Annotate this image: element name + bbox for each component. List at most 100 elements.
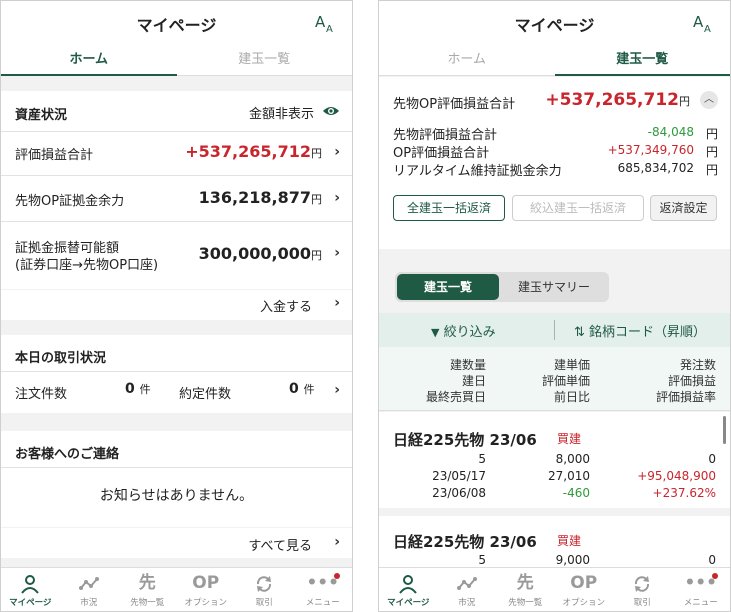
nav-label: オプション [184,598,227,608]
row-margin-capacity[interactable]: 先物OP証拠金余力 136,218,877円 › [1,175,352,221]
svg-text:A: A [326,24,333,35]
chevron-right-icon: › [334,534,340,550]
nav-label: メニュー [683,598,718,608]
notice-section: お客様へのご連絡 お知らせはありません。 [1,431,352,527]
position-price: 9,000 [555,553,590,567]
yen-unit: 円 [311,147,322,160]
yen-unit: 円 [311,193,322,206]
today-counts-row[interactable]: 注文件数 0 件 約定件数 0 件 › [1,371,352,413]
exec-count: 0 [289,381,299,397]
row-label: 評価損益合計 [15,148,94,163]
nav-menu[interactable]: ••• メニュー [672,568,731,611]
tab-positions[interactable]: 建玉一覧 [554,46,731,76]
header-last-date: 最終売買日 [425,390,486,404]
funnel-icon: ▼ [431,326,440,339]
position-row[interactable]: 日経225先物 23/06 買建 5 8,000 0 23/05/17 27,0… [379,412,730,508]
margin-capacity-value: 136,218,877 [198,188,311,207]
col3-header: 発注数 評価損益 評価損益率 [656,357,716,405]
sort-button[interactable]: ⇅ 銘柄コード（昇順） [574,321,706,340]
yen-unit: 円 [311,249,322,262]
collapse-toggle[interactable]: ︿ [700,91,718,109]
eye-icon[interactable] [322,104,340,118]
summary-main-value-wrap: +537,265,712円 [545,90,690,110]
nav-options[interactable]: OP オプション [555,568,614,611]
empty-message: お知らせはありません。 [99,488,254,504]
font-size-icon[interactable]: A A [314,11,338,35]
see-all-link[interactable]: すべて見る › [1,528,352,558]
svg-text:A: A [315,13,326,31]
nav-trade[interactable]: 取引 [235,568,294,611]
maintenance-margin-value: 685,834,702 [617,161,694,175]
segmented-control: 建玉一覧 建玉サマリー [395,272,609,302]
deposit-link[interactable]: 入金する › [1,290,352,320]
header: マイページ A A [379,1,730,46]
nav-menu[interactable]: ••• メニュー [294,568,353,611]
tab-bar: ホーム 建玉一覧 [1,46,352,76]
tab-home[interactable]: ホーム [1,46,177,76]
notification-dot [334,573,340,579]
position-price: 8,000 [555,452,590,466]
position-order: 0 [708,553,716,567]
section-title: 本日の取引状況 [15,351,107,366]
nav-trade[interactable]: 取引 [613,568,672,611]
row-transferable[interactable]: 証拠金振替可能額 (証券口座→先物OP口座) 300,000,000円 › [1,221,352,289]
yen-unit: 円 [705,127,718,141]
order-count-wrap: 0 件 [125,381,151,397]
col1-header: 建数量 建日 最終売買日 [426,357,486,405]
segment-positions-list[interactable]: 建玉一覧 [397,274,499,300]
position-side: 買建 [557,432,582,446]
total-pl-value-wrap: +537,265,712円 [185,142,322,161]
nav-label: メニュー [305,598,340,608]
position-last-date: 23/06/08 [432,486,486,500]
nav-mypage[interactable]: マイページ [1,568,60,611]
position-order: 0 [708,452,716,466]
filter-button[interactable]: ▼ 絞り込み [431,321,496,340]
row-label: 先物OP証拠金余力 [15,194,125,209]
header-eval-price: 評価単価 [541,374,590,388]
trade-refresh-icon [235,571,294,595]
position-side: 買建 [557,534,582,548]
font-size-icon[interactable]: A A [692,11,716,35]
position-change: -460 [562,486,590,500]
order-count-label: 注文件数 [15,387,68,402]
market-chart-icon [60,571,119,595]
nav-market[interactable]: 市況 [60,568,119,611]
hide-amount-label[interactable]: 金額非表示 [249,103,314,122]
svg-text:A: A [693,13,704,31]
tab-home[interactable]: ホーム [379,46,555,75]
scrollbar[interactable] [723,416,726,444]
position-eval-price: 27,010 [548,469,590,483]
nav-mypage[interactable]: マイページ [379,568,438,611]
count-unit: 件 [139,383,151,396]
summary-main-value: +537,265,712 [545,90,679,110]
positions-screen: マイページ A A ホーム 建玉一覧 先物OP評価損益合計 +537,265,7… [378,0,731,612]
nav-label: 市況 [458,598,476,608]
section-title: お客様へのご連絡 [15,447,120,462]
header-pl-rate: 評価損益率 [655,390,716,404]
nav-market[interactable]: 市況 [438,568,497,611]
sort-label: 銘柄コード（昇順） [589,325,707,340]
close-all-button[interactable]: 全建玉一括返済 [393,195,505,221]
tab-bar: ホーム 建玉一覧 [379,46,730,76]
header-qty: 建数量 [449,358,486,372]
header: マイページ A A [1,1,352,46]
nav-futures-list[interactable]: 先 先物一覧 [118,568,177,611]
nav-options[interactable]: OP オプション [177,568,236,611]
close-filtered-button[interactable]: 絞込建玉一括返済 [512,195,644,221]
market-chart-icon [438,571,497,595]
col2-header: 建単価 評価単価 前日比 [542,357,590,405]
options-glyph-icon: OP [192,573,220,593]
nav-futures-list[interactable]: 先 先物一覧 [496,568,555,611]
filter-divider [554,320,555,340]
chevron-right-icon: › [334,295,340,311]
bottom-nav: マイページ 市況 先 先物一覧 OP オプション 取引 ••• メニュー [379,567,730,611]
tab-positions[interactable]: 建玉一覧 [177,46,353,75]
person-icon [379,571,438,595]
row-total-pl[interactable]: 評価損益合計 +537,265,712円 › [1,131,352,175]
nav-label: マイページ [9,598,52,608]
chevron-up-icon: ︿ [704,94,714,105]
header-order: 発注数 [679,358,716,372]
segment-positions-summary[interactable]: 建玉サマリー [501,274,607,300]
close-settings-button[interactable]: 返済設定 [650,195,717,221]
nav-label: マイページ [387,598,430,608]
